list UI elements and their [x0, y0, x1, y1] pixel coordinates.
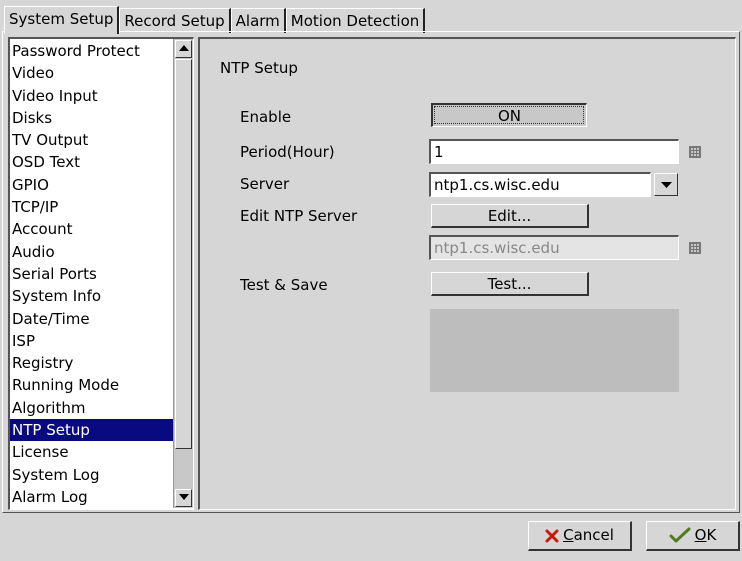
test-button[interactable]: Test...	[431, 272, 589, 296]
list-item-system-info[interactable]: System Info	[10, 285, 174, 307]
tab-motion-detection[interactable]: Motion Detection	[285, 8, 426, 33]
list-scrollbar[interactable]	[173, 39, 193, 508]
cancel-button[interactable]: Cancel	[528, 521, 632, 551]
keypad-icon	[689, 242, 701, 254]
tab-alarm[interactable]: Alarm	[230, 8, 286, 33]
scroll-up-button[interactable]	[175, 40, 192, 58]
list-item-gpio[interactable]: GPIO	[10, 174, 174, 196]
list-item-account[interactable]: Account	[10, 218, 174, 240]
enable-toggle-button[interactable]: ON	[431, 103, 587, 127]
panel-title: NTP Setup	[220, 59, 298, 77]
list-item-password-protect[interactable]: Password Protect	[10, 40, 174, 62]
list-item-video[interactable]: Video	[10, 62, 174, 84]
list-item-serial-ports[interactable]: Serial Ports	[10, 263, 174, 285]
arrow-down-icon	[179, 494, 189, 500]
scroll-thumb[interactable]	[175, 59, 192, 449]
edit-ntp-server-button[interactable]: Edit...	[431, 204, 589, 228]
list-items: Password Protect Video Video Input Disks…	[10, 39, 174, 508]
list-item-tcp-ip[interactable]: TCP/IP	[10, 196, 174, 218]
server-label: Server	[240, 175, 290, 193]
settings-category-list[interactable]: Password Protect Video Video Input Disks…	[8, 37, 194, 510]
period-field[interactable]: 1	[429, 139, 679, 164]
list-item-registry[interactable]: Registry	[10, 352, 174, 374]
cancel-x-icon	[545, 529, 559, 543]
test-result-area	[430, 309, 679, 392]
test-save-label: Test & Save	[240, 276, 328, 294]
list-item-alarm-log[interactable]: Alarm Log	[10, 486, 174, 508]
keypad-icon[interactable]	[689, 146, 701, 158]
list-item-license[interactable]: License	[10, 441, 174, 463]
ok-check-icon	[669, 527, 691, 543]
ntp-server-edit-field: ntp1.cs.wisc.edu	[429, 235, 679, 260]
list-item-algorithm[interactable]: Algorithm	[10, 397, 174, 419]
server-select[interactable]: ntp1.cs.wisc.edu	[429, 172, 651, 197]
ok-label: OK	[694, 526, 717, 544]
list-item-audio[interactable]: Audio	[10, 241, 174, 263]
list-item-disks[interactable]: Disks	[10, 107, 174, 129]
tab-system-setup[interactable]: System Setup	[4, 6, 120, 34]
ntp-setup-panel: NTP Setup Enable ON Period(Hour) 1 Serve…	[198, 37, 736, 510]
list-item-running-mode[interactable]: Running Mode	[10, 374, 174, 396]
edit-ntp-server-label: Edit NTP Server	[240, 207, 358, 225]
list-item-video-input[interactable]: Video Input	[10, 85, 174, 107]
tab-record-setup[interactable]: Record Setup	[119, 8, 231, 33]
ok-button[interactable]: OK	[646, 521, 740, 551]
period-label: Period(Hour)	[240, 143, 335, 161]
list-item-ntp-setup[interactable]: NTP Setup	[10, 419, 174, 442]
tab-bar: System Setup Record Setup Alarm Motion D…	[4, 6, 426, 34]
scroll-down-button[interactable]	[175, 489, 192, 507]
enable-label: Enable	[240, 108, 292, 126]
arrow-up-icon	[179, 45, 189, 51]
app-window: System Setup Record Setup Alarm Motion D…	[0, 0, 742, 561]
cancel-label: Cancel	[563, 526, 614, 544]
list-item-system-log[interactable]: System Log	[10, 464, 174, 486]
server-dropdown-button[interactable]	[654, 173, 678, 196]
list-item-osd-text[interactable]: OSD Text	[10, 151, 174, 173]
list-item-tv-output[interactable]: TV Output	[10, 129, 174, 151]
list-item-date-time[interactable]: Date/Time	[10, 308, 174, 330]
chevron-down-icon	[661, 182, 672, 188]
list-item-isp[interactable]: ISP	[10, 330, 174, 352]
